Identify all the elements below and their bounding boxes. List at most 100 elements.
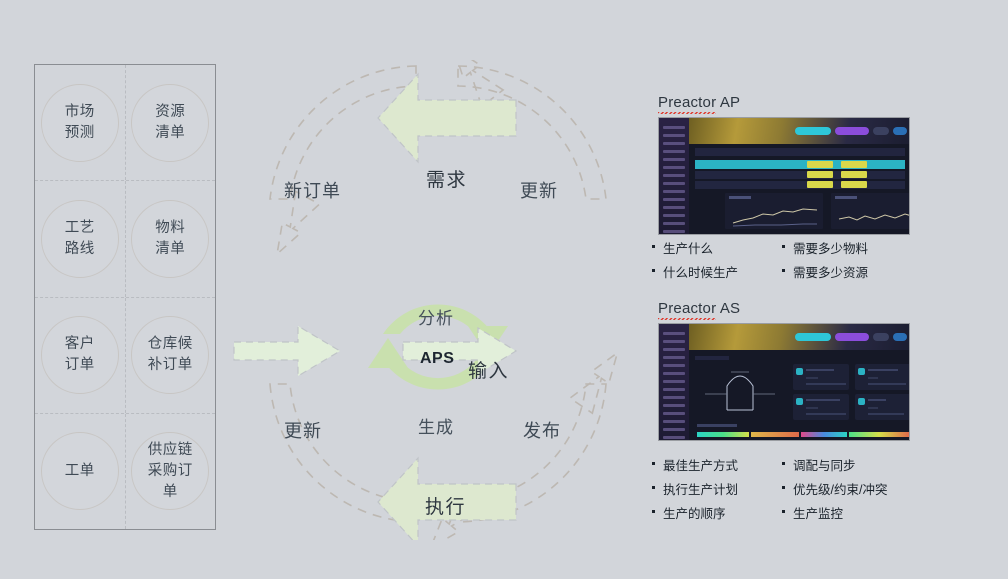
preactor-as-panel: Preactor AS	[658, 300, 910, 441]
gantt-row	[697, 440, 909, 441]
list-item: 调配与同步	[782, 455, 900, 474]
hero-pill-quaternary	[893, 333, 907, 341]
input-label: 输入	[468, 361, 510, 382]
bullet-icon	[782, 269, 785, 272]
green-arrowhead-left	[368, 338, 408, 368]
bullet-column-2: 需要多少物料 需要多少资源	[782, 238, 900, 281]
gantt-row	[697, 432, 909, 437]
list-item: 需要多少物料	[782, 238, 900, 257]
cycle-graphics	[233, 60, 619, 540]
kpi-card	[855, 364, 909, 390]
bullet-text: 生产的顺序	[663, 507, 726, 521]
table-cell-work-order: 工单	[35, 413, 126, 529]
preactor-ap-title: Preactor AP	[658, 94, 741, 114]
dashboard-table-header	[695, 148, 905, 156]
bullet-icon	[652, 269, 655, 272]
preactor-ap-panel: Preactor AP	[658, 94, 910, 235]
cell-label: 客户 订单	[64, 336, 95, 374]
slide-canvas: 市场 预测 资源 清单 工艺 路线 物料 清单 客户 订单 仓库候 补订单 工单…	[0, 0, 1008, 579]
dashboard-flow-diagram	[705, 371, 775, 411]
aps-cycle-diagram: 需求 执行 输入 输出 新订单 更新 更新 发布 分析 生成 APS	[228, 60, 799, 540]
release-label: 发布	[523, 421, 561, 441]
dashboard-line-chart-left	[725, 193, 823, 229]
list-item: 执行生产计划	[652, 479, 764, 498]
bullet-text: 需要多少物料	[793, 242, 869, 256]
bullet-icon	[652, 510, 655, 513]
input-sources-table: 市场 预测 资源 清单 工艺 路线 物料 清单 客户 订单 仓库候 补订单 工单…	[34, 64, 216, 530]
cell-label: 仓库候 补订单	[147, 336, 193, 374]
table-cell-process-route: 工艺 路线	[35, 181, 126, 297]
list-item: 优先级/约束/冲突	[782, 479, 900, 498]
execute-label: 执行	[425, 497, 467, 518]
bullet-text: 调配与同步	[793, 459, 856, 473]
bullet-text: 生产监控	[793, 507, 844, 521]
bullet-icon	[782, 245, 785, 248]
demand-label: 需求	[426, 170, 468, 191]
bullet-icon	[652, 486, 655, 489]
table-cell-resource-list: 资源 清单	[126, 65, 216, 180]
preactor-ap-title-suffix: AP	[716, 94, 741, 111]
update-label-bottom-left: 更新	[284, 421, 322, 441]
preactor-as-screenshot[interactable]	[658, 323, 910, 441]
cell-label: 市场 预测	[64, 103, 95, 141]
table-cell-customer-order: 客户 订单	[35, 297, 126, 413]
table-row: 市场 预测 资源 清单	[35, 65, 216, 182]
preactor-as-bullets: 最佳生产方式 执行生产计划 生产的顺序 调配与同步 优先级/约束/冲突 生产监控	[652, 455, 900, 522]
bullet-column-1: 生产什么 什么时候生产	[652, 238, 764, 281]
generate-label: 生成	[418, 418, 454, 437]
list-item: 生产什么	[652, 238, 764, 257]
hero-pill-tertiary	[873, 333, 889, 341]
dashboard-sidebar	[659, 324, 689, 440]
bullet-text: 需要多少资源	[793, 266, 869, 280]
preactor-as-title-misspelled: Preactor	[658, 300, 717, 320]
bullet-icon	[782, 486, 785, 489]
update-label-top-right: 更新	[520, 181, 558, 201]
dashboard-sidebar	[659, 118, 689, 234]
list-item: 最佳生产方式	[652, 455, 764, 474]
cell-label: 供应链 采购订单	[147, 441, 193, 500]
cell-label: 工艺 路线	[64, 219, 95, 257]
bullet-text: 最佳生产方式	[663, 459, 739, 473]
bullet-icon	[652, 245, 655, 248]
list-item: 什么时候生产	[652, 262, 764, 281]
hero-pill-primary	[795, 127, 831, 135]
analysis-label: 分析	[418, 309, 454, 328]
dashboard-body	[689, 118, 909, 234]
bullet-text: 优先级/约束/冲突	[793, 483, 888, 497]
table-cell-bom: 物料 清单	[126, 181, 216, 296]
input-arrow	[233, 324, 342, 378]
list-item: 生产监控	[782, 503, 900, 522]
cell-label: 物料 清单	[155, 219, 186, 257]
bullet-text: 生产什么	[663, 242, 714, 256]
hero-pill-quaternary	[893, 127, 907, 135]
bullet-icon	[652, 462, 655, 465]
dashboard-row	[695, 181, 905, 189]
dashboard-line-chart-right	[831, 193, 909, 229]
bullet-column-2: 调配与同步 优先级/约束/冲突 生产监控	[782, 455, 900, 522]
preactor-ap-title-misspelled: Preactor	[658, 94, 717, 114]
list-item: 生产的顺序	[652, 503, 764, 522]
hero-pill-primary	[795, 333, 831, 341]
bullet-column-1: 最佳生产方式 执行生产计划 生产的顺序	[652, 455, 764, 522]
preactor-ap-screenshot[interactable]	[658, 117, 910, 235]
hero-pill-secondary	[835, 333, 869, 341]
table-row: 工艺 路线 物料 清单	[35, 181, 216, 298]
hero-pill-secondary	[835, 127, 869, 135]
dashboard-body	[689, 324, 909, 440]
kpi-card	[793, 394, 849, 420]
dashboard-row	[695, 171, 905, 179]
dashed-arrowhead-br	[568, 350, 619, 415]
kpi-card	[793, 364, 849, 390]
kpi-card	[855, 394, 909, 420]
bullet-text: 什么时候生产	[663, 266, 739, 280]
table-cell-supply-chain-po: 供应链 采购订单	[126, 414, 216, 529]
bullet-text: 执行生产计划	[663, 483, 739, 497]
bullet-icon	[782, 462, 785, 465]
list-item: 需要多少资源	[782, 262, 900, 281]
aps-center-label: APS	[420, 350, 455, 367]
preactor-as-title: Preactor AS	[658, 300, 741, 320]
new-order-label: 新订单	[284, 181, 341, 201]
dashboard-row-selected	[695, 160, 905, 169]
preactor-as-title-suffix: AS	[716, 300, 741, 317]
cell-label: 资源 清单	[155, 103, 186, 141]
